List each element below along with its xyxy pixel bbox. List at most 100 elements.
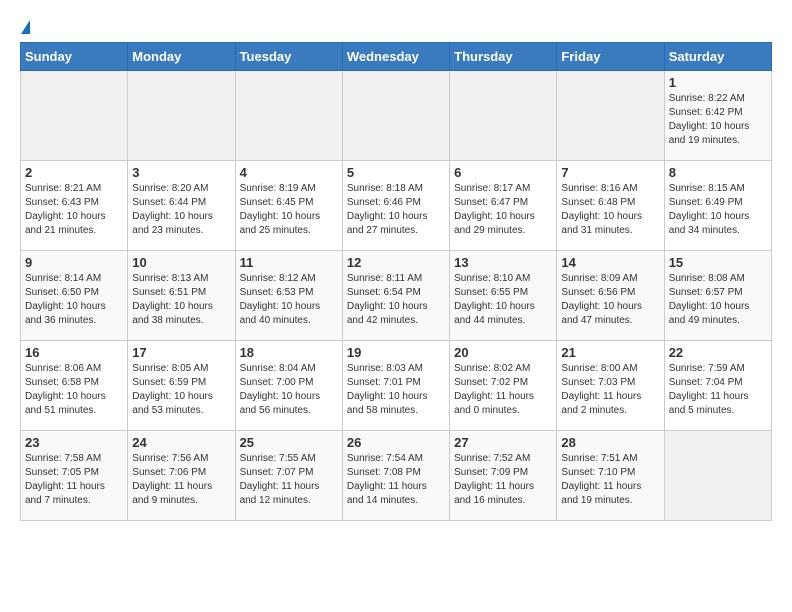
calendar-cell: 8 Sunrise: 8:15 AM Sunset: 6:49 PM Daylig…	[664, 161, 771, 251]
calendar-cell	[21, 71, 128, 161]
day-info: Sunrise: 7:51 AM Sunset: 7:10 PM Dayligh…	[561, 452, 659, 508]
day-info: Sunrise: 8:00 AM Sunset: 7:03 PM Dayligh…	[561, 362, 659, 418]
column-header-monday: Monday	[128, 43, 235, 71]
calendar-cell: 4 Sunrise: 8:19 AM Sunset: 6:45 PM Daylig…	[235, 161, 342, 251]
day-number: 20	[454, 345, 552, 360]
calendar-cell: 1 Sunrise: 8:22 AM Sunset: 6:42 PM Daylig…	[664, 71, 771, 161]
calendar-cell: 3 Sunrise: 8:20 AM Sunset: 6:44 PM Daylig…	[128, 161, 235, 251]
calendar-cell: 28 Sunrise: 7:51 AM Sunset: 7:10 PM Dayli…	[557, 431, 664, 521]
day-number: 3	[132, 165, 230, 180]
calendar-cell	[557, 71, 664, 161]
day-number: 4	[240, 165, 338, 180]
day-number: 13	[454, 255, 552, 270]
column-header-thursday: Thursday	[450, 43, 557, 71]
day-info: Sunrise: 8:14 AM Sunset: 6:50 PM Dayligh…	[25, 272, 123, 328]
column-header-sunday: Sunday	[21, 43, 128, 71]
calendar-cell: 6 Sunrise: 8:17 AM Sunset: 6:47 PM Daylig…	[450, 161, 557, 251]
day-number: 27	[454, 435, 552, 450]
calendar-cell: 26 Sunrise: 7:54 AM Sunset: 7:08 PM Dayli…	[342, 431, 449, 521]
column-header-wednesday: Wednesday	[342, 43, 449, 71]
calendar-week-row: 16 Sunrise: 8:06 AM Sunset: 6:58 PM Dayli…	[21, 341, 772, 431]
calendar-week-row: 2 Sunrise: 8:21 AM Sunset: 6:43 PM Daylig…	[21, 161, 772, 251]
logo-triangle-icon	[21, 20, 30, 34]
day-number: 25	[240, 435, 338, 450]
calendar-cell: 9 Sunrise: 8:14 AM Sunset: 6:50 PM Daylig…	[21, 251, 128, 341]
day-number: 18	[240, 345, 338, 360]
day-info: Sunrise: 8:11 AM Sunset: 6:54 PM Dayligh…	[347, 272, 445, 328]
day-info: Sunrise: 8:22 AM Sunset: 6:42 PM Dayligh…	[669, 92, 767, 148]
day-info: Sunrise: 8:08 AM Sunset: 6:57 PM Dayligh…	[669, 272, 767, 328]
calendar-week-row: 1 Sunrise: 8:22 AM Sunset: 6:42 PM Daylig…	[21, 71, 772, 161]
day-info: Sunrise: 8:21 AM Sunset: 6:43 PM Dayligh…	[25, 182, 123, 238]
column-header-saturday: Saturday	[664, 43, 771, 71]
day-info: Sunrise: 8:13 AM Sunset: 6:51 PM Dayligh…	[132, 272, 230, 328]
calendar-cell: 20 Sunrise: 8:02 AM Sunset: 7:02 PM Dayli…	[450, 341, 557, 431]
day-number: 9	[25, 255, 123, 270]
day-number: 10	[132, 255, 230, 270]
day-info: Sunrise: 7:58 AM Sunset: 7:05 PM Dayligh…	[25, 452, 123, 508]
calendar-cell: 16 Sunrise: 8:06 AM Sunset: 6:58 PM Dayli…	[21, 341, 128, 431]
calendar-cell	[664, 431, 771, 521]
day-info: Sunrise: 8:04 AM Sunset: 7:00 PM Dayligh…	[240, 362, 338, 418]
calendar-cell: 7 Sunrise: 8:16 AM Sunset: 6:48 PM Daylig…	[557, 161, 664, 251]
day-info: Sunrise: 8:09 AM Sunset: 6:56 PM Dayligh…	[561, 272, 659, 328]
calendar-cell: 17 Sunrise: 8:05 AM Sunset: 6:59 PM Dayli…	[128, 341, 235, 431]
day-info: Sunrise: 8:19 AM Sunset: 6:45 PM Dayligh…	[240, 182, 338, 238]
day-info: Sunrise: 8:15 AM Sunset: 6:49 PM Dayligh…	[669, 182, 767, 238]
day-info: Sunrise: 8:05 AM Sunset: 6:59 PM Dayligh…	[132, 362, 230, 418]
logo	[20, 20, 30, 32]
day-info: Sunrise: 8:16 AM Sunset: 6:48 PM Dayligh…	[561, 182, 659, 238]
day-info: Sunrise: 8:12 AM Sunset: 6:53 PM Dayligh…	[240, 272, 338, 328]
day-number: 1	[669, 75, 767, 90]
calendar-cell: 27 Sunrise: 7:52 AM Sunset: 7:09 PM Dayli…	[450, 431, 557, 521]
calendar-week-row: 9 Sunrise: 8:14 AM Sunset: 6:50 PM Daylig…	[21, 251, 772, 341]
column-header-tuesday: Tuesday	[235, 43, 342, 71]
page-header	[20, 20, 772, 32]
day-number: 22	[669, 345, 767, 360]
day-info: Sunrise: 8:18 AM Sunset: 6:46 PM Dayligh…	[347, 182, 445, 238]
day-number: 12	[347, 255, 445, 270]
calendar-cell: 24Sunrise: 7:56 AM Sunset: 7:06 PM Dayli…	[128, 431, 235, 521]
day-info: Sunrise: 7:52 AM Sunset: 7:09 PM Dayligh…	[454, 452, 552, 508]
day-number: 2	[25, 165, 123, 180]
day-info: Sunrise: 7:54 AM Sunset: 7:08 PM Dayligh…	[347, 452, 445, 508]
day-number: 5	[347, 165, 445, 180]
day-number: 16	[25, 345, 123, 360]
day-number: 8	[669, 165, 767, 180]
calendar-cell: 14 Sunrise: 8:09 AM Sunset: 6:56 PM Dayli…	[557, 251, 664, 341]
calendar-cell: 12 Sunrise: 8:11 AM Sunset: 6:54 PM Dayli…	[342, 251, 449, 341]
day-number: 23	[25, 435, 123, 450]
calendar-cell: 11 Sunrise: 8:12 AM Sunset: 6:53 PM Dayli…	[235, 251, 342, 341]
calendar-cell: 15 Sunrise: 8:08 AM Sunset: 6:57 PM Dayli…	[664, 251, 771, 341]
calendar-cell	[342, 71, 449, 161]
day-info: Sunrise: 8:06 AM Sunset: 6:58 PM Dayligh…	[25, 362, 123, 418]
calendar-header-row: SundayMondayTuesdayWednesdayThursdayFrid…	[21, 43, 772, 71]
day-info: Sunrise: 8:03 AM Sunset: 7:01 PM Dayligh…	[347, 362, 445, 418]
column-header-friday: Friday	[557, 43, 664, 71]
day-number: 14	[561, 255, 659, 270]
day-number: 6	[454, 165, 552, 180]
day-number: 26	[347, 435, 445, 450]
day-info: Sunrise: 8:02 AM Sunset: 7:02 PM Dayligh…	[454, 362, 552, 418]
day-info: Sunrise: 8:17 AM Sunset: 6:47 PM Dayligh…	[454, 182, 552, 238]
day-info: Sunrise: 7:59 AM Sunset: 7:04 PM Dayligh…	[669, 362, 767, 418]
calendar-cell: 13 Sunrise: 8:10 AM Sunset: 6:55 PM Dayli…	[450, 251, 557, 341]
calendar-cell: 19 Sunrise: 8:03 AM Sunset: 7:01 PM Dayli…	[342, 341, 449, 431]
day-number: 11	[240, 255, 338, 270]
day-number: 15	[669, 255, 767, 270]
calendar-cell: 5 Sunrise: 8:18 AM Sunset: 6:46 PM Daylig…	[342, 161, 449, 251]
calendar-cell: 10 Sunrise: 8:13 AM Sunset: 6:51 PM Dayli…	[128, 251, 235, 341]
day-number: 17	[132, 345, 230, 360]
calendar-cell: 18 Sunrise: 8:04 AM Sunset: 7:00 PM Dayli…	[235, 341, 342, 431]
day-number: 7	[561, 165, 659, 180]
day-number: 19	[347, 345, 445, 360]
day-info: Sunrise: 8:10 AM Sunset: 6:55 PM Dayligh…	[454, 272, 552, 328]
calendar-cell: 21Sunrise: 8:00 AM Sunset: 7:03 PM Dayli…	[557, 341, 664, 431]
calendar-cell: 23 Sunrise: 7:58 AM Sunset: 7:05 PM Dayli…	[21, 431, 128, 521]
day-info: Sunrise: 7:55 AM Sunset: 7:07 PM Dayligh…	[240, 452, 338, 508]
calendar-table: SundayMondayTuesdayWednesdayThursdayFrid…	[20, 42, 772, 521]
day-number: 28	[561, 435, 659, 450]
calendar-cell	[450, 71, 557, 161]
calendar-week-row: 23 Sunrise: 7:58 AM Sunset: 7:05 PM Dayli…	[21, 431, 772, 521]
day-info: Sunrise: 8:20 AM Sunset: 6:44 PM Dayligh…	[132, 182, 230, 238]
